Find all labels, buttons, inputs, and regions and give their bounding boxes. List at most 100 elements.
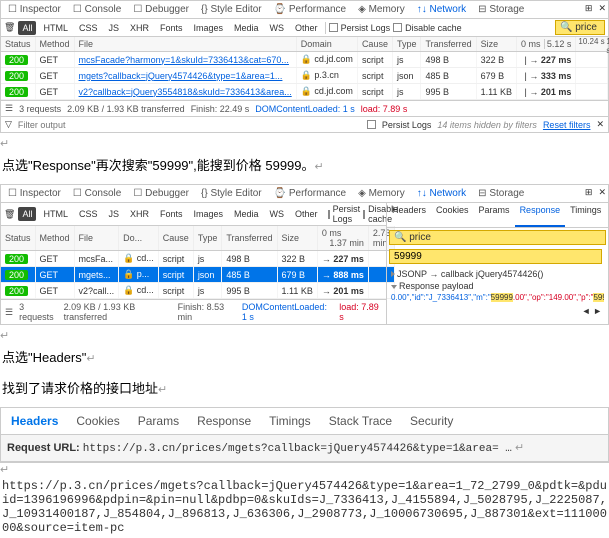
- disable-cache-checkbox[interactable]: [393, 23, 402, 32]
- filter-html[interactable]: HTML: [39, 21, 72, 35]
- filter-css[interactable]: CSS: [75, 21, 102, 35]
- table-row[interactable]: 200GETmcsFacade?harmony=1&skuId=7336413&…: [1, 52, 608, 68]
- table-row[interactable]: 200GETv2?call...🔒 cd...scriptjs995 B1.11…: [1, 283, 395, 299]
- detail-tab-security[interactable]: Security: [410, 414, 453, 428]
- tab-style-editor[interactable]: {} Style Editor: [197, 2, 266, 17]
- table-row[interactable]: 200GETv2?callback=jQuery3554818&skuId=73…: [1, 84, 608, 100]
- col-file[interactable]: File: [74, 37, 296, 52]
- col-ms[interactable]: 0 ms1.37 min: [317, 226, 368, 251]
- tab-storage[interactable]: ⊟ Storage: [474, 186, 528, 201]
- close-icon[interactable]: ✕: [598, 3, 606, 14]
- detail-panel: Headers Cookies Params Response Timings …: [0, 407, 609, 463]
- col-status[interactable]: Status: [1, 226, 35, 251]
- col-method[interactable]: Method: [35, 226, 74, 251]
- filter-ws[interactable]: WS: [266, 21, 289, 35]
- scroll-left-icon[interactable]: ◄: [582, 306, 591, 316]
- col-size[interactable]: Size: [476, 37, 516, 52]
- table-row[interactable]: 200GETmcsFa...🔒 cd...scriptjs498 B322 B→…: [1, 251, 395, 267]
- tab-network[interactable]: ↑↓ Network: [413, 2, 470, 17]
- tab-inspector[interactable]: ☐ Inspector: [4, 186, 65, 201]
- search-input-price[interactable]: 🔍 price: [555, 20, 605, 35]
- col-cause[interactable]: Cause: [357, 37, 392, 52]
- devtools-toolbar-2: ☐ Inspector ☐ Console ☐ Debugger {} Styl…: [1, 185, 608, 203]
- persist-logs-checkbox[interactable]: [329, 23, 338, 32]
- col-size[interactable]: Size: [277, 226, 317, 251]
- tab-console[interactable]: ☐ Console: [69, 186, 125, 201]
- side-tab-headers[interactable]: Headers: [387, 203, 431, 227]
- col-ms0[interactable]: 0 ms5.12 s: [517, 37, 576, 52]
- close-filter-icon[interactable]: ✕: [596, 119, 604, 130]
- tab-console[interactable]: ☐ Console: [69, 2, 125, 17]
- col-transferred[interactable]: Transferred: [421, 37, 476, 52]
- detail-tab-params[interactable]: Params: [138, 414, 179, 428]
- side-search-59999[interactable]: [389, 249, 602, 264]
- side-tab-response[interactable]: Response: [515, 203, 566, 227]
- detail-tab-response[interactable]: Response: [197, 414, 251, 428]
- filter-fonts[interactable]: Fonts: [156, 21, 187, 35]
- filter-media[interactable]: Media: [230, 21, 263, 35]
- expand-icon[interactable]: ⊞: [585, 187, 593, 198]
- detail-tab-headers[interactable]: Headers: [11, 414, 58, 428]
- tab-debugger[interactable]: ☐ Debugger: [129, 2, 193, 17]
- expand-icon[interactable]: ⊞: [585, 3, 593, 14]
- tab-storage[interactable]: ⊟ Storage: [474, 2, 528, 17]
- tab-performance[interactable]: ⌚ Performance: [270, 186, 350, 201]
- col-file[interactable]: File: [74, 226, 119, 251]
- col-cause[interactable]: Cause: [158, 226, 193, 251]
- filter-css[interactable]: CSS: [75, 207, 102, 221]
- table-row[interactable]: 200GETmgets...🔒 p...scriptjson485 B679 B…: [1, 267, 395, 283]
- disable-cache-checkbox[interactable]: [363, 210, 365, 219]
- persist-logs-checkbox[interactable]: [328, 210, 330, 219]
- filter-xhr[interactable]: XHR: [126, 207, 153, 221]
- filter-images[interactable]: Images: [190, 21, 228, 35]
- reset-filters-link[interactable]: Reset filters: [543, 120, 591, 130]
- detail-tab-stack[interactable]: Stack Trace: [329, 414, 392, 428]
- summary-row-1: ☰ 3 requests 2.09 KB / 1.93 KB transferr…: [1, 100, 608, 116]
- hamburger-icon[interactable]: ☰: [5, 103, 13, 114]
- filter-other[interactable]: Other: [291, 207, 322, 221]
- filter-ws[interactable]: WS: [266, 207, 289, 221]
- col-domain[interactable]: Do...: [119, 226, 159, 251]
- side-tab-params[interactable]: Params: [474, 203, 515, 227]
- tab-memory[interactable]: ◈ Memory: [354, 186, 409, 201]
- side-search-price[interactable]: 🔍 price: [389, 230, 606, 245]
- filter-xhr[interactable]: XHR: [126, 21, 153, 35]
- payload-row[interactable]: Response payload: [391, 280, 604, 292]
- filter-output-input[interactable]: [18, 120, 361, 130]
- scroll-right-icon[interactable]: ►: [593, 306, 602, 316]
- detail-tab-cookies[interactable]: Cookies: [76, 414, 119, 428]
- filter-images[interactable]: Images: [190, 207, 228, 221]
- col-type[interactable]: Type: [392, 37, 421, 52]
- filter-html[interactable]: HTML: [39, 207, 72, 221]
- filter-other[interactable]: Other: [291, 21, 322, 35]
- filter-media[interactable]: Media: [230, 207, 263, 221]
- filter-js[interactable]: JS: [104, 21, 123, 35]
- tab-performance[interactable]: ⌚ Performance: [270, 2, 350, 17]
- col-timeline: 10.24 s 15.36 s 20.48 s 25.60: [576, 37, 608, 52]
- tab-network[interactable]: ↑↓ Network: [413, 186, 470, 201]
- trash-icon[interactable]: 🗑: [4, 209, 15, 220]
- col-method[interactable]: Method: [35, 37, 74, 52]
- col-type[interactable]: Type: [193, 226, 222, 251]
- filter-all[interactable]: All: [18, 207, 36, 221]
- jsonp-row[interactable]: JSONP → callback jQuery4574426(): [391, 268, 604, 280]
- trash-icon[interactable]: 🗑: [4, 22, 15, 33]
- col-status[interactable]: Status: [1, 37, 35, 52]
- filter-js[interactable]: JS: [104, 207, 123, 221]
- persist-logs-checkbox2[interactable]: [367, 120, 376, 129]
- tab-style-editor[interactable]: {} Style Editor: [197, 186, 266, 201]
- filter-funnel-icon[interactable]: ▽: [5, 119, 12, 130]
- tab-memory[interactable]: ◈ Memory: [354, 2, 409, 17]
- col-domain[interactable]: Domain: [296, 37, 357, 52]
- filter-fonts[interactable]: Fonts: [156, 207, 187, 221]
- close-icon[interactable]: ✕: [598, 187, 606, 198]
- table-row[interactable]: 200GETmgets?callback=jQuery4574426&type=…: [1, 68, 608, 84]
- col-transferred[interactable]: Transferred: [222, 226, 277, 251]
- detail-tab-timings[interactable]: Timings: [269, 414, 311, 428]
- filter-all[interactable]: All: [18, 21, 36, 35]
- tab-debugger[interactable]: ☐ Debugger: [129, 186, 193, 201]
- side-tab-cookies[interactable]: Cookies: [431, 203, 474, 227]
- hamburger-icon[interactable]: ☰: [5, 307, 13, 318]
- side-tab-timings[interactable]: Timings: [565, 203, 606, 227]
- tab-inspector[interactable]: ☐ Inspector: [4, 2, 65, 17]
